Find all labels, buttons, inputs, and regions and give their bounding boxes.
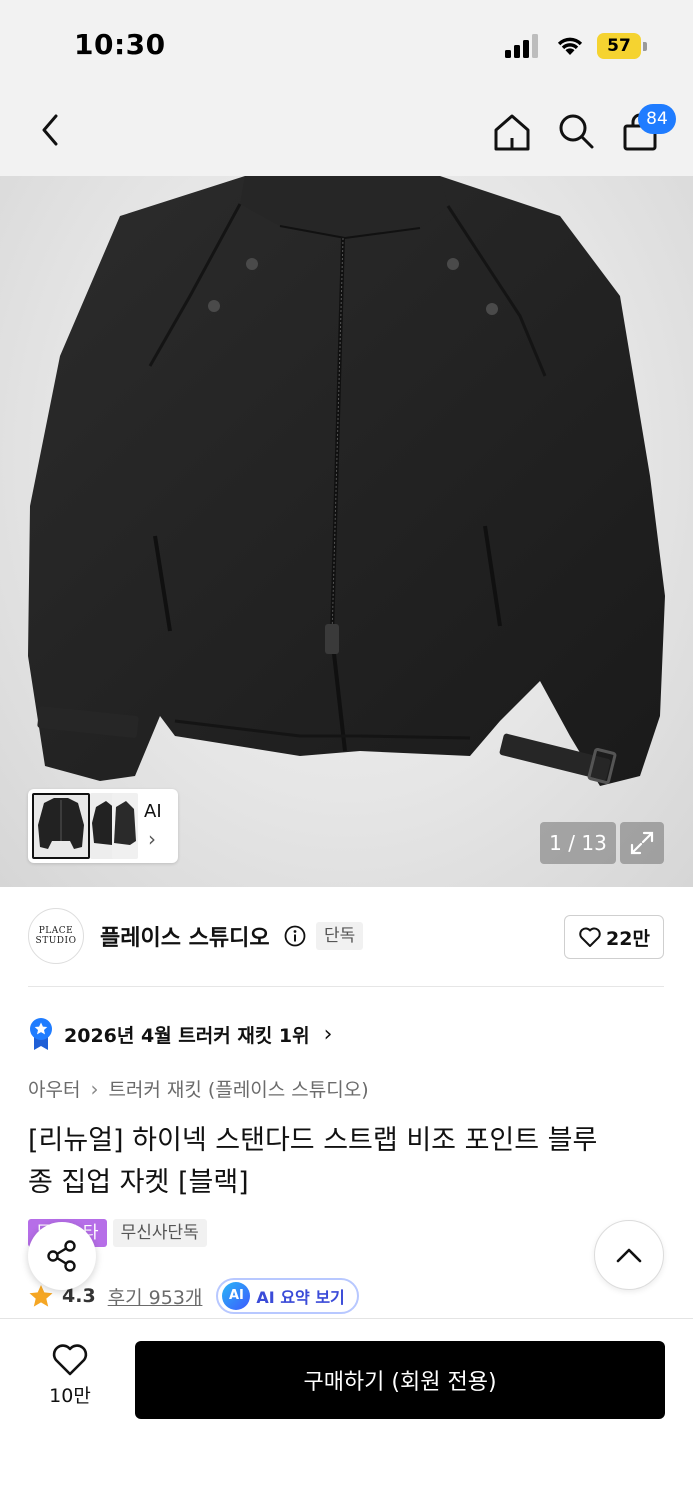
- scroll-to-top-button[interactable]: [594, 1220, 664, 1290]
- breadcrumb-chevron-icon: ›: [90, 1076, 99, 1101]
- top-nav-bar: 84: [0, 90, 693, 176]
- thumbnail-jacket-front: [38, 798, 84, 849]
- heart-icon: [579, 927, 601, 947]
- thumbnail-ai-label: AI: [144, 801, 162, 822]
- status-bar: 10:30 57: [0, 0, 693, 90]
- search-icon: [559, 114, 594, 149]
- info-icon[interactable]: [284, 925, 306, 947]
- product-title: [리뉴얼] 하이넥 스탠다드 스트랩 비조 포인트 블루 종 집업 자켓 [블랙…: [28, 1120, 668, 1204]
- ai-badge-icon: AI: [222, 1282, 251, 1310]
- expand-icon: [630, 831, 654, 855]
- chevron-up-icon: [616, 1248, 642, 1263]
- status-time: 10:30: [74, 28, 166, 61]
- wishlist-button[interactable]: 10만: [30, 1343, 110, 1417]
- product-title-line-1: [리뉴얼] 하이넥 스탠다드 스트랩 비조 포인트 블루: [28, 1125, 598, 1156]
- brand-like-count: 22만: [606, 927, 650, 950]
- search-button[interactable]: [553, 108, 599, 154]
- brand-like-button[interactable]: 22만: [564, 915, 664, 959]
- tag-musinsa-exclusive: 무신사단독: [112, 1219, 207, 1247]
- bottom-action-bar: 10만 구매하기 (회원 전용): [0, 1318, 693, 1500]
- brand-name[interactable]: 플레이스 스튜디오: [100, 920, 270, 952]
- image-page-counter: 1 / 13: [540, 822, 616, 864]
- expand-image-button[interactable]: [620, 822, 664, 864]
- chevron-left-icon: [42, 114, 58, 146]
- wifi-icon: [557, 37, 583, 55]
- ranking-chevron-icon: ›: [323, 1021, 333, 1047]
- brand-logo[interactable]: PLACE STUDIO: [28, 908, 84, 964]
- ai-summary-button[interactable]: AI AI 요약 보기: [216, 1278, 359, 1314]
- ranking-text: 2026년 4월 트러커 재킷 1위: [64, 1024, 310, 1047]
- buy-button[interactable]: 구매하기 (회원 전용): [135, 1341, 665, 1419]
- back-button[interactable]: [28, 108, 72, 152]
- ranking-link[interactable]: 2026년 4월 트러커 재킷 1위 ›: [28, 1015, 332, 1053]
- review-count-link[interactable]: 후기 953개: [108, 1283, 203, 1310]
- thumbnail-1[interactable]: [32, 793, 90, 859]
- cellular-signal-icon: [505, 34, 538, 58]
- battery-indicator: 57: [597, 33, 647, 59]
- home-button[interactable]: [488, 108, 536, 156]
- cart-count-badge: 84: [638, 104, 676, 134]
- thumbnail-chevron-icon: ›: [148, 827, 156, 851]
- battery-tip: [643, 42, 647, 51]
- thumbnail-strip[interactable]: AI ›: [28, 789, 178, 863]
- share-icon: [47, 1240, 76, 1272]
- breadcrumb-item-trucker-jacket[interactable]: 트러커 재킷 (플레이스 스튜디오): [108, 1075, 368, 1102]
- home-icon: [494, 114, 530, 151]
- wishlist-count: 10만: [49, 1385, 91, 1407]
- section-divider: [28, 986, 664, 987]
- thumbnail-jacket-back: [114, 801, 136, 845]
- share-button[interactable]: [28, 1222, 96, 1290]
- thumbnail-3[interactable]: [112, 793, 138, 859]
- ai-summary-label: AI 요약 보기: [256, 1288, 345, 1307]
- breadcrumb-item-outer[interactable]: 아우터: [28, 1075, 80, 1102]
- breadcrumb: 아우터 › 트러커 재킷 (플레이스 스튜디오): [28, 1075, 369, 1102]
- exclusive-tag: 단독: [316, 922, 364, 950]
- heart-icon: [52, 1344, 88, 1376]
- ranking-medal-icon: [30, 1018, 52, 1050]
- battery-level: 57: [597, 33, 641, 59]
- jacket-product-photo: [28, 176, 665, 786]
- product-title-line-2: 종 집업 자켓 [블랙]: [28, 1167, 249, 1198]
- product-image-gallery[interactable]: AI › 1 / 13: [0, 176, 693, 887]
